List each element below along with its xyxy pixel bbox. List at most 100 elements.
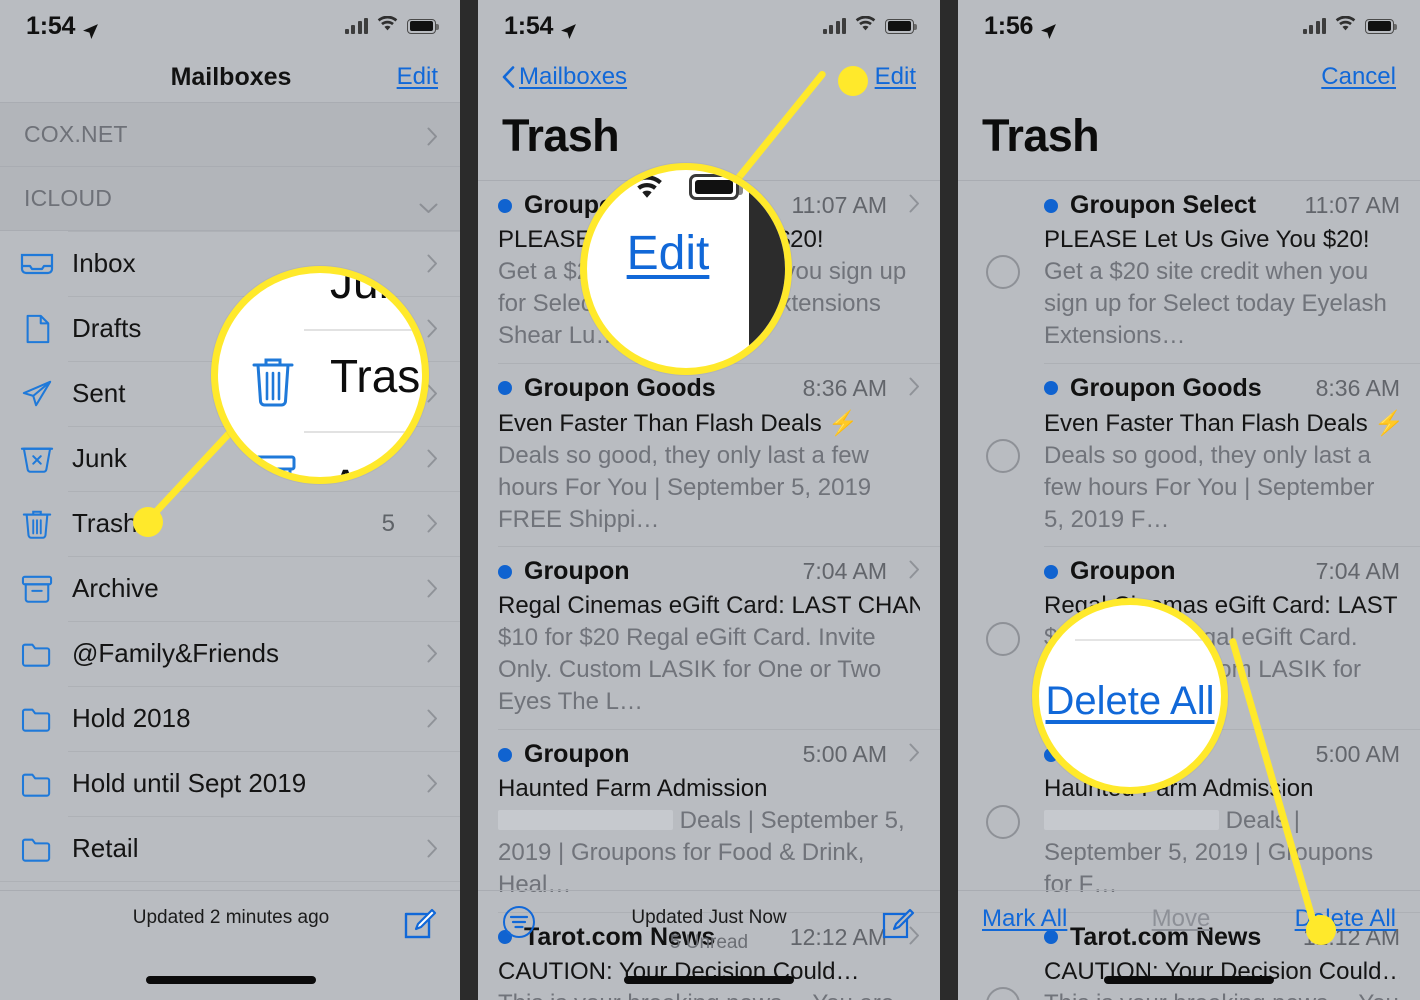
chevron-right-icon [427, 839, 438, 858]
cellular-signal-icon [344, 18, 368, 34]
status-bar: 1:56 [958, 0, 1420, 52]
mail-preview-text: Get a $20 site credit when you sign up f… [1044, 258, 1387, 349]
mail-header: Groupon 7:04 AM [498, 557, 920, 586]
toolbar-status: Updated 2 minutes ago [0, 907, 462, 929]
cancel-button[interactable]: Cancel [1321, 63, 1396, 91]
three-panel-screenshot: 1:54 Mailboxes Edit COX.NET ICLOUD Inbox… [0, 0, 1420, 1000]
mail-list-select-mode: Groupon Select 11:07 AM PLEASE Let Us Give… [958, 181, 1420, 1000]
unread-dot-icon [498, 381, 512, 396]
unread-count-label: 5 Unread [669, 932, 749, 953]
select-checkbox[interactable] [986, 621, 1020, 656]
status-bar: 1:54 [0, 0, 462, 52]
mail-subject: PLEASE Let Us Give You $20! [1044, 226, 1370, 253]
chevron-right-icon [909, 377, 920, 396]
unread-dot-icon [1044, 198, 1058, 213]
compose-icon[interactable] [404, 905, 438, 944]
select-checkbox[interactable] [986, 255, 1020, 290]
mail-timestamp: 11:07 AM [791, 192, 887, 218]
select-checkbox[interactable] [986, 438, 1020, 473]
cellular-signal-icon [1302, 18, 1326, 34]
mailbox-row-retail[interactable]: Retail [0, 816, 462, 881]
mailbox-label: Archive [72, 573, 159, 603]
move-button[interactable]: Move [1152, 905, 1211, 933]
mailbox-row-trash[interactable]: Trash 5 [0, 491, 462, 556]
panel-mailboxes: 1:54 Mailboxes Edit COX.NET ICLOUD Inbox… [0, 0, 462, 1000]
mail-preview-text: Deals so good, they only last a few hour… [1044, 441, 1375, 533]
mailbox-label: Trash [72, 508, 138, 538]
status-time-group: 1:56 [984, 12, 1057, 41]
chevron-right-icon [427, 579, 438, 598]
sent-icon [20, 379, 54, 409]
page-title: Trash [982, 110, 1100, 161]
mailbox-row-family-friends[interactable]: @Family&Friends [0, 621, 462, 686]
status-indicators [1302, 15, 1397, 37]
back-button[interactable]: Mailboxes [502, 63, 627, 91]
mail-row[interactable]: Groupon Goods 8:36 AM Even Faster Than Fla… [478, 364, 940, 548]
bottom-toolbar: Mark All Move Delete All [958, 890, 1420, 1000]
callout-delete-all-label: Delete All [1045, 679, 1215, 723]
mail-timestamp: 5:00 AM [1315, 741, 1400, 768]
mail-preview-text: Deals so good, they only last a few hour… [498, 441, 872, 533]
wifi-icon [855, 15, 876, 37]
mail-row[interactable]: Groupon 5:00 AM Haunted Farm Admission Dea… [478, 730, 940, 913]
section-header-cox[interactable]: COX.NET [0, 103, 462, 166]
divider [0, 881, 462, 882]
compose-icon[interactable] [882, 905, 916, 944]
chevron-right-icon [427, 384, 438, 403]
mail-row[interactable]: Groupon 7:04 AM Regal Cinemas eGift Card: … [478, 547, 940, 730]
chevron-right-icon [427, 449, 438, 468]
mail-header: Groupon Select 11:07 AM [1044, 191, 1400, 220]
section-label: COX.NET [24, 121, 128, 147]
mail-sender: Groupon Goods [1070, 373, 1262, 402]
edit-button[interactable]: Edit [875, 63, 916, 91]
chevron-right-icon [427, 644, 438, 663]
chevron-right-icon [427, 254, 438, 273]
chevron-right-icon [427, 319, 438, 338]
mail-sender: Groupon [524, 557, 630, 586]
section-header-icloud[interactable]: ICLOUD [0, 167, 462, 230]
folder-icon [20, 704, 54, 734]
mail-sender: Groupon [524, 740, 630, 769]
callout-delete-all-magnifier: Delete All [1032, 598, 1228, 794]
status-time: 1:54 [26, 11, 76, 40]
bottom-toolbar: Updated Just Now 5 Unread [478, 890, 940, 1000]
unread-dot-icon [498, 198, 512, 213]
mail-subject: Haunted Farm Admission [498, 775, 768, 803]
page-title: Mailboxes [170, 62, 292, 91]
mail-row[interactable]: Groupon Goods 8:36 AM Even Faster Than Fla… [958, 364, 1420, 548]
mark-all-button[interactable]: Mark All [982, 905, 1067, 933]
trash-icon [246, 351, 300, 407]
mail-timestamp: 11:07 AM [1304, 192, 1400, 218]
chevron-right-icon [427, 774, 438, 793]
unread-dot-icon [1044, 564, 1058, 579]
trash-icon [20, 509, 54, 539]
mailbox-row-hold-until-sept-2019[interactable]: Hold until Sept 2019 [0, 751, 462, 816]
select-checkbox[interactable] [986, 804, 1020, 839]
status-time-group: 1:54 [26, 12, 99, 41]
unread-dot-icon [498, 564, 512, 579]
battery-icon [407, 18, 439, 34]
mail-sender: Groupon Select [1070, 191, 1257, 219]
mailbox-row-hold-2018[interactable]: Hold 2018 [0, 686, 462, 751]
mail-preview: Deals so good, they only last a few hour… [1044, 440, 1400, 536]
mailbox-row-archive[interactable]: Archive [0, 556, 462, 621]
drafts-icon [20, 314, 54, 344]
status-indicators [344, 15, 439, 37]
chevron-right-icon [427, 709, 438, 728]
divider [304, 329, 422, 331]
unread-dot-icon [498, 747, 512, 762]
divider [304, 431, 422, 433]
location-arrow-icon [560, 18, 577, 39]
chevron-right-icon [909, 194, 920, 213]
folder-icon [20, 639, 54, 669]
mail-header: Groupon 7:04 AM [1044, 557, 1400, 586]
mail-preview: Get a $20 site credit when you sign up f… [1044, 256, 1400, 352]
home-indicator [624, 976, 794, 984]
redaction-block [1044, 810, 1219, 831]
location-arrow-icon [1040, 18, 1057, 39]
updated-label: Updated Just Now [631, 907, 787, 928]
mail-row[interactable]: Groupon Select 11:07 AM PLEASE Let Us Give… [958, 181, 1420, 364]
edit-button[interactable]: Edit [397, 63, 438, 91]
folder-icon [20, 834, 54, 864]
home-indicator [1104, 976, 1274, 984]
